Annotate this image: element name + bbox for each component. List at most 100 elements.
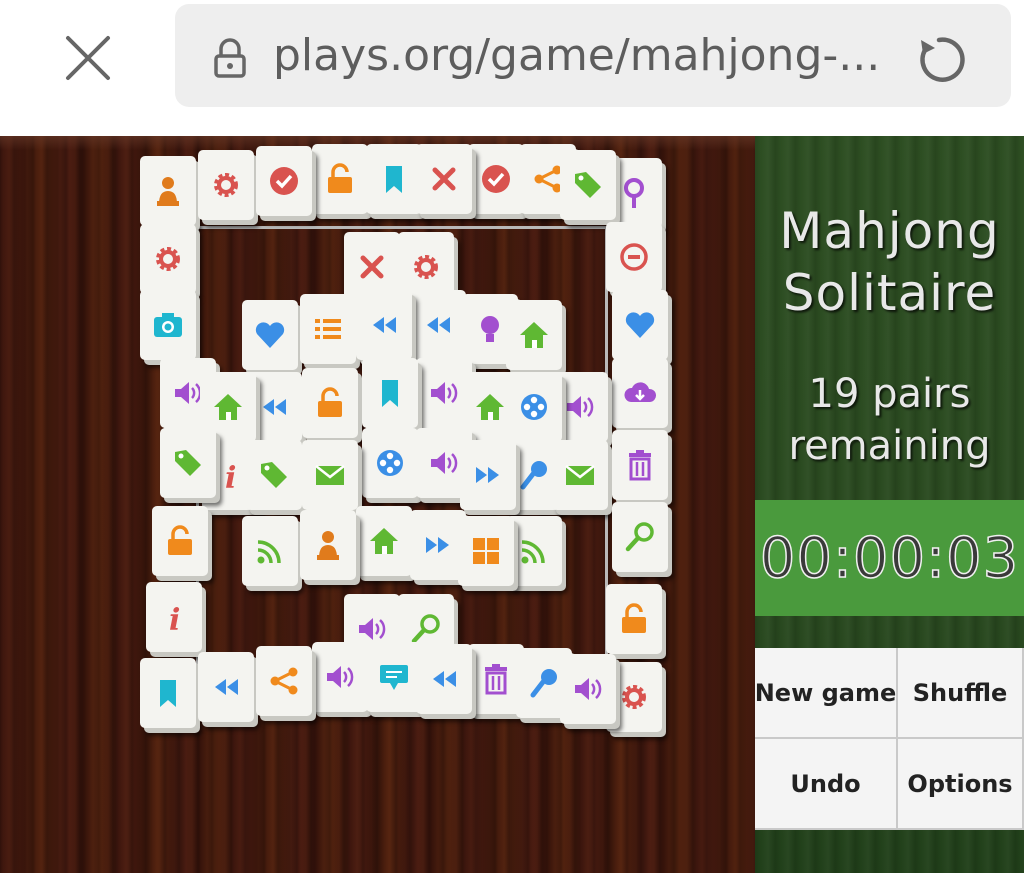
svg-text:i: i	[225, 461, 236, 492]
tile-film[interactable]	[362, 428, 418, 498]
tile-tag[interactable]	[246, 440, 302, 510]
tile-person[interactable]	[300, 510, 356, 580]
tile-heart[interactable]	[242, 300, 298, 370]
tile-tag[interactable]	[160, 428, 216, 498]
tile-info[interactable]: i	[146, 582, 202, 652]
person-icon	[157, 177, 179, 206]
tile-unlock[interactable]	[606, 584, 662, 654]
new-game-button[interactable]: New game	[755, 648, 898, 739]
x-icon	[432, 167, 456, 191]
options-button[interactable]: Options	[898, 739, 1024, 830]
film-icon	[377, 450, 403, 476]
volume-icon	[359, 618, 386, 640]
bookmark-icon	[160, 680, 176, 707]
tile-bookmark[interactable]	[140, 658, 196, 728]
rewind-icon	[373, 317, 396, 333]
tile-home[interactable]	[506, 300, 562, 370]
tile-rewind[interactable]	[198, 652, 254, 722]
tile-camera[interactable]	[140, 290, 196, 360]
forward-icon	[476, 467, 499, 483]
volume-icon	[431, 382, 458, 404]
tile-x[interactable]	[416, 144, 472, 214]
browser-toolbar: plays.org/game/mahjong-...	[0, 0, 1024, 136]
tile-check[interactable]	[468, 144, 524, 214]
lock-icon	[213, 38, 249, 78]
tile-cloud[interactable]	[612, 358, 668, 428]
address-bar[interactable]: plays.org/game/mahjong-...	[175, 4, 1011, 107]
x-icon	[360, 255, 384, 279]
unlock-icon	[622, 603, 646, 633]
tile-unlock[interactable]	[152, 506, 208, 576]
gear-icon	[156, 247, 180, 271]
search-icon	[411, 614, 440, 644]
rewind-icon	[263, 399, 286, 415]
url-text[interactable]: plays.org/game/mahjong-...	[273, 30, 880, 81]
tile-rewind[interactable]	[356, 290, 412, 360]
undo-button[interactable]: Undo	[755, 739, 898, 830]
tile-search[interactable]	[612, 502, 668, 572]
tile-check[interactable]	[256, 146, 312, 216]
tile-volume[interactable]	[560, 654, 616, 724]
tile-heart[interactable]	[612, 290, 668, 360]
tile-forward[interactable]	[460, 440, 516, 510]
tile-rewind[interactable]	[410, 290, 466, 360]
shuffle-button[interactable]: Shuffle	[898, 648, 1024, 739]
comment-icon	[380, 665, 408, 690]
tile-gear[interactable]	[140, 224, 196, 294]
close-icon[interactable]	[52, 22, 124, 94]
tile-minus-circle[interactable]	[606, 222, 662, 292]
tile-grid[interactable]	[458, 516, 514, 586]
tile-rss[interactable]	[242, 516, 298, 586]
tile-unlock[interactable]	[302, 368, 358, 438]
info-icon: i	[169, 603, 180, 634]
gear-icon	[622, 685, 646, 709]
camera-icon	[154, 313, 182, 337]
rss-icon	[257, 540, 281, 564]
home-icon	[214, 394, 242, 420]
tile-rss[interactable]	[506, 516, 562, 586]
mail-icon	[315, 465, 345, 485]
tile-mail[interactable]	[552, 440, 608, 510]
tile-person[interactable]	[140, 156, 196, 226]
bookmark-icon	[386, 166, 402, 193]
volume-icon	[327, 666, 354, 688]
unlock-icon	[328, 163, 352, 193]
tile-gear[interactable]	[198, 150, 254, 220]
tile-list[interactable]	[300, 294, 356, 364]
tile-trash[interactable]	[612, 430, 668, 500]
trash-icon	[629, 450, 651, 481]
rss-icon	[521, 540, 545, 564]
tile-comment[interactable]	[366, 642, 422, 712]
search-icon	[625, 522, 654, 552]
title-line-1: Mahjong	[779, 202, 1000, 260]
tile-rewind[interactable]	[416, 644, 472, 714]
forward-icon	[426, 537, 449, 553]
tile-home[interactable]	[356, 506, 412, 576]
tag-icon	[261, 462, 287, 488]
sidebar: Mahjong Solitaire 19 pairs remaining 00:…	[755, 136, 1024, 873]
tile-volume[interactable]	[312, 642, 368, 712]
pairs-label: remaining	[788, 423, 991, 469]
trash-icon	[485, 664, 507, 695]
tile-bookmark[interactable]	[366, 144, 422, 214]
volume-icon	[431, 452, 458, 474]
grid-icon	[473, 538, 499, 564]
rewind-icon	[433, 671, 456, 687]
tile-bookmark[interactable]	[362, 358, 418, 428]
info-icon: i	[225, 461, 236, 492]
rewind-icon	[215, 679, 238, 695]
heart-icon	[625, 312, 655, 338]
game-title: Mahjong Solitaire	[755, 200, 1024, 324]
pin-icon	[624, 178, 644, 208]
tile-unlock[interactable]	[312, 144, 368, 214]
cloud-icon	[624, 382, 657, 402]
reload-icon[interactable]	[907, 28, 971, 92]
person-icon	[317, 531, 339, 560]
home-icon	[370, 528, 398, 554]
tile-film[interactable]	[506, 372, 562, 442]
tile-tag[interactable]	[560, 150, 616, 220]
tile-mail[interactable]	[302, 440, 358, 510]
tile-share[interactable]	[256, 646, 312, 716]
tag-icon	[575, 172, 601, 198]
title-line-2: Solitaire	[782, 264, 997, 322]
